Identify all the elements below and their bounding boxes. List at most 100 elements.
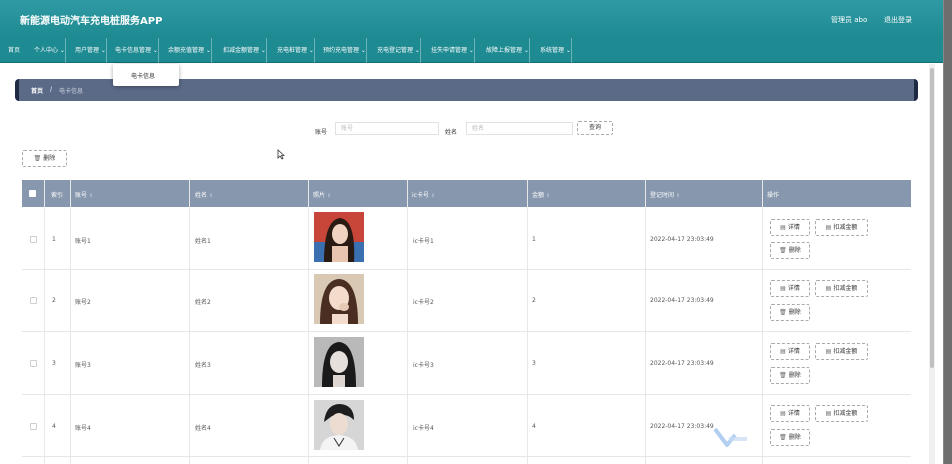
bulk-delete-button[interactable]: 🗑 删除 <box>22 150 67 167</box>
row-amount: 2 <box>532 297 536 304</box>
trash-icon: 🗑 <box>779 372 787 379</box>
row-ic-card: ic卡号4 <box>413 425 434 432</box>
row-amount: 4 <box>532 423 536 430</box>
nav-charging-record-management[interactable]: 充电登记管理 ⌄ <box>373 38 421 63</box>
name-search-label: 姓名 <box>445 129 458 136</box>
row-photo <box>314 274 364 324</box>
sort-icon: ⇕ <box>430 193 436 199</box>
row-amount: 1 <box>532 236 536 243</box>
row-account: 账号4 <box>75 425 91 432</box>
query-button[interactable]: 查询 <box>577 121 613 135</box>
breadcrumb-home[interactable]: 首页 <box>31 86 43 95</box>
column-header-account[interactable]: 账号 ⇕ <box>75 190 93 199</box>
deduct-amount-button[interactable]: ▤ 扣减金额 <box>815 405 868 422</box>
account-search-label: 账号 <box>315 129 328 136</box>
column-divider <box>308 180 309 464</box>
row-delete-button[interactable]: 🗑 删除 <box>770 367 810 384</box>
trash-icon: 🗑 <box>33 155 42 162</box>
dropdown-item-card-info[interactable]: 电卡信息 <box>131 71 155 80</box>
account-search-input[interactable] <box>336 123 438 134</box>
select-all-checkbox[interactable] <box>29 190 36 197</box>
deduct-amount-button[interactable]: ▤ 扣减金额 <box>815 280 868 297</box>
column-header-photo[interactable]: 照片 ⇕ <box>313 190 331 199</box>
row-checkbox[interactable] <box>30 236 37 243</box>
document-icon: ▤ <box>780 348 786 355</box>
nav-charger-management[interactable]: 充电桩管理 ⌄ <box>273 38 315 63</box>
nav-loss-report-management[interactable]: 挂失申请管理 ⌄ <box>427 38 475 63</box>
account-search-field[interactable] <box>335 122 439 135</box>
row-ic-card: ic卡号3 <box>413 362 434 369</box>
column-divider <box>407 180 408 464</box>
row-divider <box>22 456 911 457</box>
nav-card-info-management[interactable]: 电卡信息管理 ⌄ <box>111 38 159 63</box>
column-header-index: 索引 <box>51 192 64 199</box>
document-icon: ▤ <box>825 410 832 417</box>
row-ic-card: ic卡号2 <box>413 299 434 306</box>
logout-link[interactable]: 退出登录 <box>884 15 912 25</box>
nav-recharge-management[interactable]: 余额充值管理 ⌄ <box>164 38 212 63</box>
trash-icon: 🗑 <box>779 434 787 441</box>
sort-icon: ⇕ <box>209 193 214 199</box>
column-divider <box>527 180 528 464</box>
row-checkbox[interactable] <box>30 423 37 430</box>
deduct-amount-button[interactable]: ▤ 扣减金额 <box>815 219 868 236</box>
row-register-time: 2022-04-17 23:03:49 <box>650 236 714 243</box>
nav-system-management[interactable]: 系统管理 ⌄ <box>536 38 572 63</box>
row-amount: 3 <box>532 360 536 367</box>
app-title: 新能源电动汽车充电桩服务APP <box>20 16 163 27</box>
row-photo <box>314 400 364 450</box>
column-divider <box>70 180 71 464</box>
row-index: 4 <box>52 423 56 430</box>
row-checkbox[interactable] <box>30 360 37 367</box>
name-search-field[interactable] <box>466 122 573 135</box>
detail-button[interactable]: ▤ 详情 <box>770 219 810 236</box>
detail-button[interactable]: ▤ 详情 <box>770 405 810 422</box>
row-name: 姓名3 <box>195 362 211 369</box>
column-header-register-time[interactable]: 登记时间 ⇕ <box>650 190 680 199</box>
row-photo <box>314 212 364 262</box>
name-search-input[interactable] <box>467 123 572 134</box>
column-header-amount[interactable]: 金额 ⇕ <box>532 190 550 199</box>
nav-home[interactable]: 首页 <box>4 38 20 63</box>
nav-reservation-management[interactable]: 预约充电管理 ⌄ <box>319 38 367 63</box>
mouse-cursor-icon <box>277 149 285 160</box>
trash-icon: 🗑 <box>779 309 787 316</box>
breadcrumb-current: 电卡信息 <box>59 88 84 95</box>
column-divider <box>189 180 190 464</box>
card-info-dropdown: 电卡信息 <box>113 64 179 86</box>
row-delete-button[interactable]: 🗑 删除 <box>770 242 810 259</box>
sort-icon: ⇕ <box>676 193 681 199</box>
document-icon: ▤ <box>825 348 832 355</box>
deduct-amount-button[interactable]: ▤ 扣减金额 <box>815 343 868 360</box>
row-register-time: 2022-04-17 23:03:49 <box>650 423 714 430</box>
row-account: 账号1 <box>75 238 91 245</box>
column-divider <box>645 180 646 464</box>
column-header-name[interactable]: 姓名 ⇕ <box>195 190 213 199</box>
detail-button[interactable]: ▤ 详情 <box>770 280 810 297</box>
logo-watermark-icon <box>713 427 747 447</box>
document-icon: ▤ <box>825 224 832 231</box>
nav-user-management[interactable]: 用户管理 ⌄ <box>71 38 107 63</box>
nav-deduction-management[interactable]: 扣减金额管理 ⌄ <box>219 38 267 63</box>
scrollbar-thumb[interactable] <box>930 68 934 368</box>
row-index: 2 <box>52 297 56 304</box>
bulk-delete-label: 删除 <box>43 155 56 162</box>
sort-icon: ⇕ <box>89 193 94 199</box>
admin-user-label: 管理员 abo <box>831 16 868 24</box>
row-delete-button[interactable]: 🗑 删除 <box>770 429 810 446</box>
row-delete-button[interactable]: 🗑 删除 <box>770 304 810 321</box>
nav-personal-center[interactable]: 个人中心 ⌄ <box>30 38 66 63</box>
row-checkbox[interactable] <box>30 297 37 304</box>
main-nav: 首页 个人中心 ⌄ 用户管理 ⌄ 电卡信息管理 ⌄ 余额充值管理 ⌄ 扣减金额管… <box>0 38 943 63</box>
detail-button[interactable]: ▤ 详情 <box>770 343 810 360</box>
row-index: 1 <box>52 236 56 243</box>
row-account: 账号2 <box>75 299 91 306</box>
document-icon: ▤ <box>825 285 832 292</box>
row-name: 姓名4 <box>195 425 211 432</box>
row-index: 3 <box>52 360 56 367</box>
row-photo <box>314 337 364 387</box>
row-divider <box>22 269 911 270</box>
table-header: 索引 账号 ⇕ 姓名 ⇕ 照片 ⇕ ic卡号 ⇕ 金额 ⇕ 登记时间 ⇕ 操作 <box>22 180 911 207</box>
nav-fault-report-management[interactable]: 故障上报管理 ⌄ <box>482 38 530 63</box>
column-header-ic-card[interactable]: ic卡号 ⇕ <box>412 190 435 199</box>
